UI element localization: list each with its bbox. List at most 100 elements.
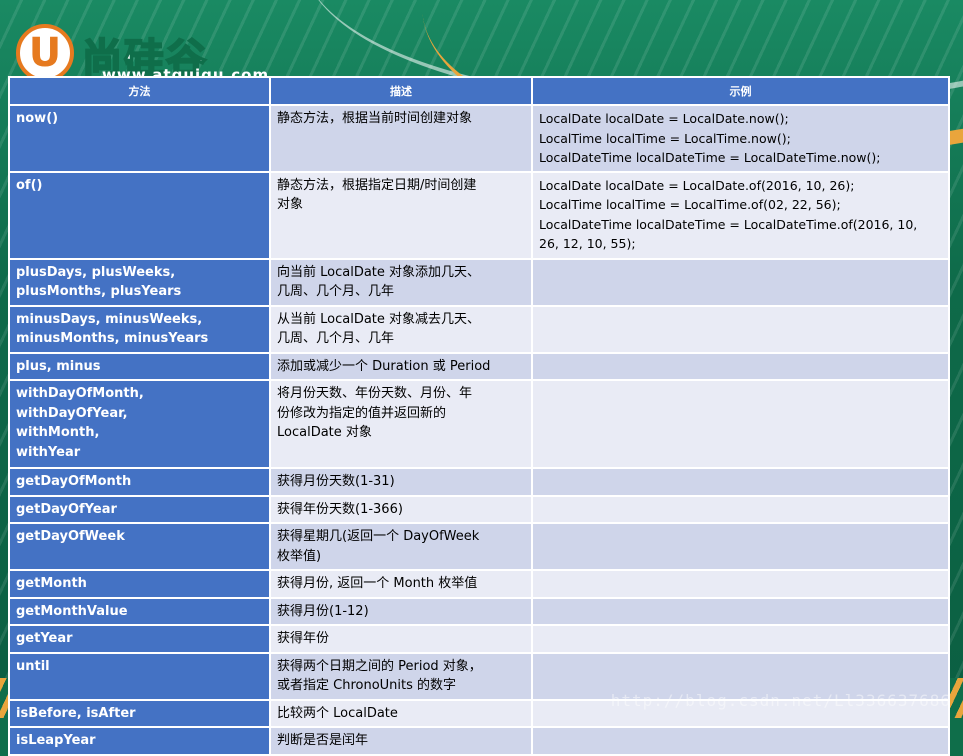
table-row: isLeapYear 判断是否是闰年 (8, 726, 950, 756)
table-row: getMonthValue 获得月份(1-12) (8, 596, 950, 626)
logo-badge-letter: U (28, 30, 62, 76)
description-cell-line: 添加或减少一个 Duration 或 Period (277, 358, 491, 374)
table-row: getDayOfMonth 获得月份天数(1-31) (8, 467, 950, 497)
table-row: getDayOfWeek 获得星期几(返回一个 DayOfWeek 枚举值) (8, 522, 950, 571)
method-cell-line: getYear (16, 631, 73, 646)
description-cell-line: 将月份天数、年份天数、月份、年 (277, 386, 473, 401)
table-row: withDayOfMonth, withDayOfYear, withMonth, w… (8, 379, 950, 469)
example-cell (531, 726, 950, 756)
watermark: http://blog.csdn.net/Ll336637686 (610, 691, 951, 710)
method-cell: getMonthValue (8, 596, 271, 626)
description-cell-line: 获得年份 (277, 631, 330, 646)
header-description: 描述 (269, 76, 533, 106)
description-cell-line: 获得月份, 返回一个 Month 枚举值 (277, 576, 478, 591)
logo-badge-icon: U (16, 24, 74, 82)
method-cell-line: plus, minus (16, 358, 101, 374)
description-cell-line: 几周、几个月、几年 (277, 284, 395, 299)
method-cell: minusDays, minusWeeks, minusMonths, minus… (8, 304, 271, 354)
method-cell-line: of() (16, 177, 43, 193)
description-cell-line: 获得年份天数(1-366) (277, 501, 403, 517)
table-row: now() 静态方法，根据当前时间创建对象 LocalDate localDate … (8, 104, 950, 173)
table-row: getYear 获得年份 (8, 624, 950, 654)
description-cell: 将月份天数、年份天数、月份、年 份修改为指定的值并返回新的 LocalDate 对象 (269, 379, 533, 469)
table-row: getDayOfYear 获得年份天数(1-366) (8, 494, 950, 524)
method-cell-line: until (16, 658, 50, 674)
header-method: 方法 (8, 76, 271, 106)
description-cell: 获得年份天数(1-366) (269, 494, 533, 524)
example-cell (531, 522, 950, 571)
description-cell-line: 静态方法，根据当前时间创建对象 (277, 111, 473, 126)
method-cell-line: plusDays, plusWeeks, (16, 264, 176, 280)
table-row: plus, minus 添加或减少一个 Duration 或 Period (8, 351, 950, 381)
method-cell: plusDays, plusWeeks, plusMonths, plusYear… (8, 257, 271, 307)
method-cell: until (8, 651, 271, 701)
example-cell (531, 467, 950, 497)
example-cell: LocalDate localDate = LocalDate.now(); Lo… (531, 104, 950, 173)
method-cell-line: minusDays, minusWeeks, (16, 311, 203, 327)
description-cell: 判断是否是闰年 (269, 726, 533, 756)
method-cell: of() (8, 170, 271, 260)
table-header-row: 方法 描述 示例 (8, 76, 950, 106)
example-cell-line: LocalDate localDate = LocalDate.now(); (539, 111, 789, 126)
example-cell (531, 304, 950, 354)
table-row: getMonth 获得月份, 返回一个 Month 枚举值 (8, 569, 950, 599)
description-cell-line: 从当前 LocalDate 对象减去几天、 (277, 311, 481, 327)
table-row: plusDays, plusWeeks, plusMonths, plusYear… (8, 257, 950, 307)
example-cell-line: 26, 12, 10, 55); (539, 236, 636, 251)
logo: U 尚硅谷 www.atguigu.com (12, 18, 268, 84)
method-cell-line: withMonth, (16, 425, 100, 440)
description-cell: 比较两个 LocalDate (269, 698, 533, 728)
example-cell-line: LocalTime localTime = LocalTime.of(02, 2… (539, 197, 841, 212)
method-cell-line: minusMonths, minusYears (16, 331, 209, 346)
description-cell: 获得月份(1-12) (269, 596, 533, 626)
method-cell: getDayOfYear (8, 494, 271, 524)
method-cell-line: plusMonths, plusYears (16, 284, 182, 299)
description-cell: 静态方法，根据指定日期/时间创建 对象 (269, 170, 533, 260)
description-cell-line: 枚举值) (277, 548, 322, 564)
method-cell-line: isLeapYear (16, 733, 96, 748)
example-cell (531, 379, 950, 469)
description-cell-line: 获得月份天数(1-31) (277, 474, 395, 489)
api-table: 方法 描述 示例 now() 静态方法，根据当前时间创建对象 LocalDate l… (8, 76, 950, 756)
description-cell-line: 或者指定 ChronoUnits 的数字 (277, 678, 457, 693)
method-cell: isBefore, isAfter (8, 698, 271, 728)
method-cell-line: getMonthValue (16, 603, 128, 619)
example-cell (531, 624, 950, 654)
example-cell-line: LocalDateTime localDateTime = LocalDateT… (539, 216, 918, 232)
example-cell: LocalDate localDate = LocalDate.of(2016,… (531, 170, 950, 260)
example-cell (531, 596, 950, 626)
description-cell-line: 获得月份(1-12) (277, 603, 369, 619)
description-cell: 获得星期几(返回一个 DayOfWeek 枚举值) (269, 522, 533, 571)
example-cell (531, 494, 950, 524)
method-cell-line: isBefore, isAfter (16, 705, 136, 721)
example-cell-line: LocalDateTime localDateTime = LocalDateT… (539, 150, 881, 165)
description-cell-line: 获得星期几(返回一个 DayOfWeek (277, 529, 480, 544)
description-cell-line: 对象 (277, 197, 304, 212)
method-cell-line: getDayOfMonth (16, 474, 132, 489)
description-cell: 获得年份 (269, 624, 533, 654)
description-cell-line: 静态方法，根据指定日期/时间创建 (277, 177, 477, 193)
description-cell: 从当前 LocalDate 对象减去几天、 几周、几个月、几年 (269, 304, 533, 354)
example-cell (531, 257, 950, 307)
example-cell (531, 351, 950, 381)
example-cell-line: LocalDate localDate = LocalDate.of(2016,… (539, 177, 855, 193)
method-cell: getYear (8, 624, 271, 654)
description-cell-line: 获得两个日期之间的 Period 对象， (277, 658, 482, 674)
example-cell-line: LocalTime localTime = LocalTime.now(); (539, 130, 791, 146)
description-cell-line: 向当前 LocalDate 对象添加几天、 (277, 264, 481, 280)
description-cell: 添加或减少一个 Duration 或 Period (269, 351, 533, 381)
method-cell: getMonth (8, 569, 271, 599)
method-cell-line: getDayOfWeek (16, 529, 125, 544)
description-cell: 静态方法，根据当前时间创建对象 (269, 104, 533, 173)
method-cell: plus, minus (8, 351, 271, 381)
example-cell (531, 569, 950, 599)
description-cell: 获得两个日期之间的 Period 对象， 或者指定 ChronoUnits 的数字 (269, 651, 533, 701)
table-row: minusDays, minusWeeks, minusMonths, minus… (8, 304, 950, 354)
description-cell-line: 比较两个 LocalDate (277, 705, 398, 721)
method-cell-line: getDayOfYear (16, 501, 117, 517)
method-cell-line: now() (16, 111, 59, 126)
description-cell-line: 几周、几个月、几年 (277, 331, 395, 346)
table-body: now() 静态方法，根据当前时间创建对象 LocalDate localDate … (8, 104, 950, 756)
description-cell-line: 份修改为指定的值并返回新的 (277, 405, 447, 421)
method-cell-line: getMonth (16, 576, 87, 591)
